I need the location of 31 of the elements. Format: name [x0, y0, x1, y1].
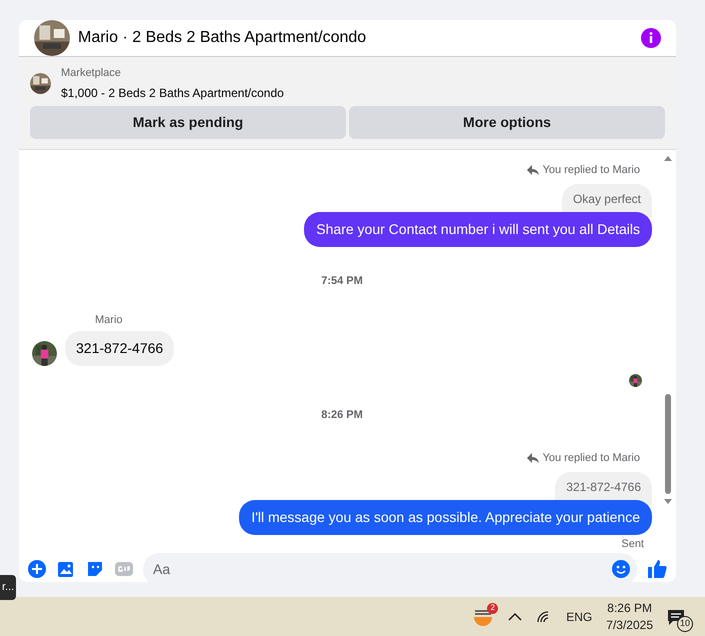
reply-note: You replied to Mario — [542, 162, 640, 178]
listing-action-button[interactable]: More options — [349, 106, 665, 138]
language-indicator[interactable]: ENG — [566, 608, 592, 626]
sent-message: I'll message you as soon as possible. Appreciate your patience — [239, 500, 652, 535]
reply-icon — [526, 452, 539, 463]
info-icon[interactable] — [641, 28, 661, 48]
timestamp: 7:54 PM — [321, 274, 363, 289]
chat-title: Mario · 2 Beds 2 Baths Apartment/condo — [78, 28, 368, 48]
message-field[interactable]: Aa — [143, 552, 637, 582]
clock-date[interactable]: 7/3/2025 — [606, 616, 653, 634]
emoji-icon[interactable] — [611, 559, 631, 579]
listing-title: $1,000 - 2 Beds 2 Baths Apartment/condo — [61, 84, 284, 102]
like-icon[interactable] — [646, 558, 668, 580]
notification-count: 10 — [677, 616, 693, 632]
tooltip: r... — [0, 575, 16, 600]
reply-note: You replied to Mario — [542, 450, 640, 466]
message-status: Sent — [621, 537, 644, 552]
listing-action-button[interactable]: Mark as pending — [30, 106, 346, 138]
listing-source: Marketplace — [61, 66, 122, 81]
chevron-up-icon[interactable] — [508, 612, 522, 622]
reply-icon — [526, 164, 539, 175]
sent-message: Share your Contact number i will sent you all Details — [304, 212, 652, 247]
add-icon[interactable] — [27, 559, 47, 579]
timestamp: 8:26 PM — [321, 408, 363, 423]
photo-icon[interactable] — [56, 559, 76, 579]
scrollbar[interactable] — [663, 154, 673, 506]
notification-badge: 2 — [487, 602, 498, 614]
sender-name: Mario — [95, 312, 124, 328]
received-message: 321-872-4766 — [65, 331, 174, 366]
sticker-icon[interactable] — [85, 559, 105, 579]
clock-time[interactable]: 8:26 PM — [607, 600, 652, 616]
